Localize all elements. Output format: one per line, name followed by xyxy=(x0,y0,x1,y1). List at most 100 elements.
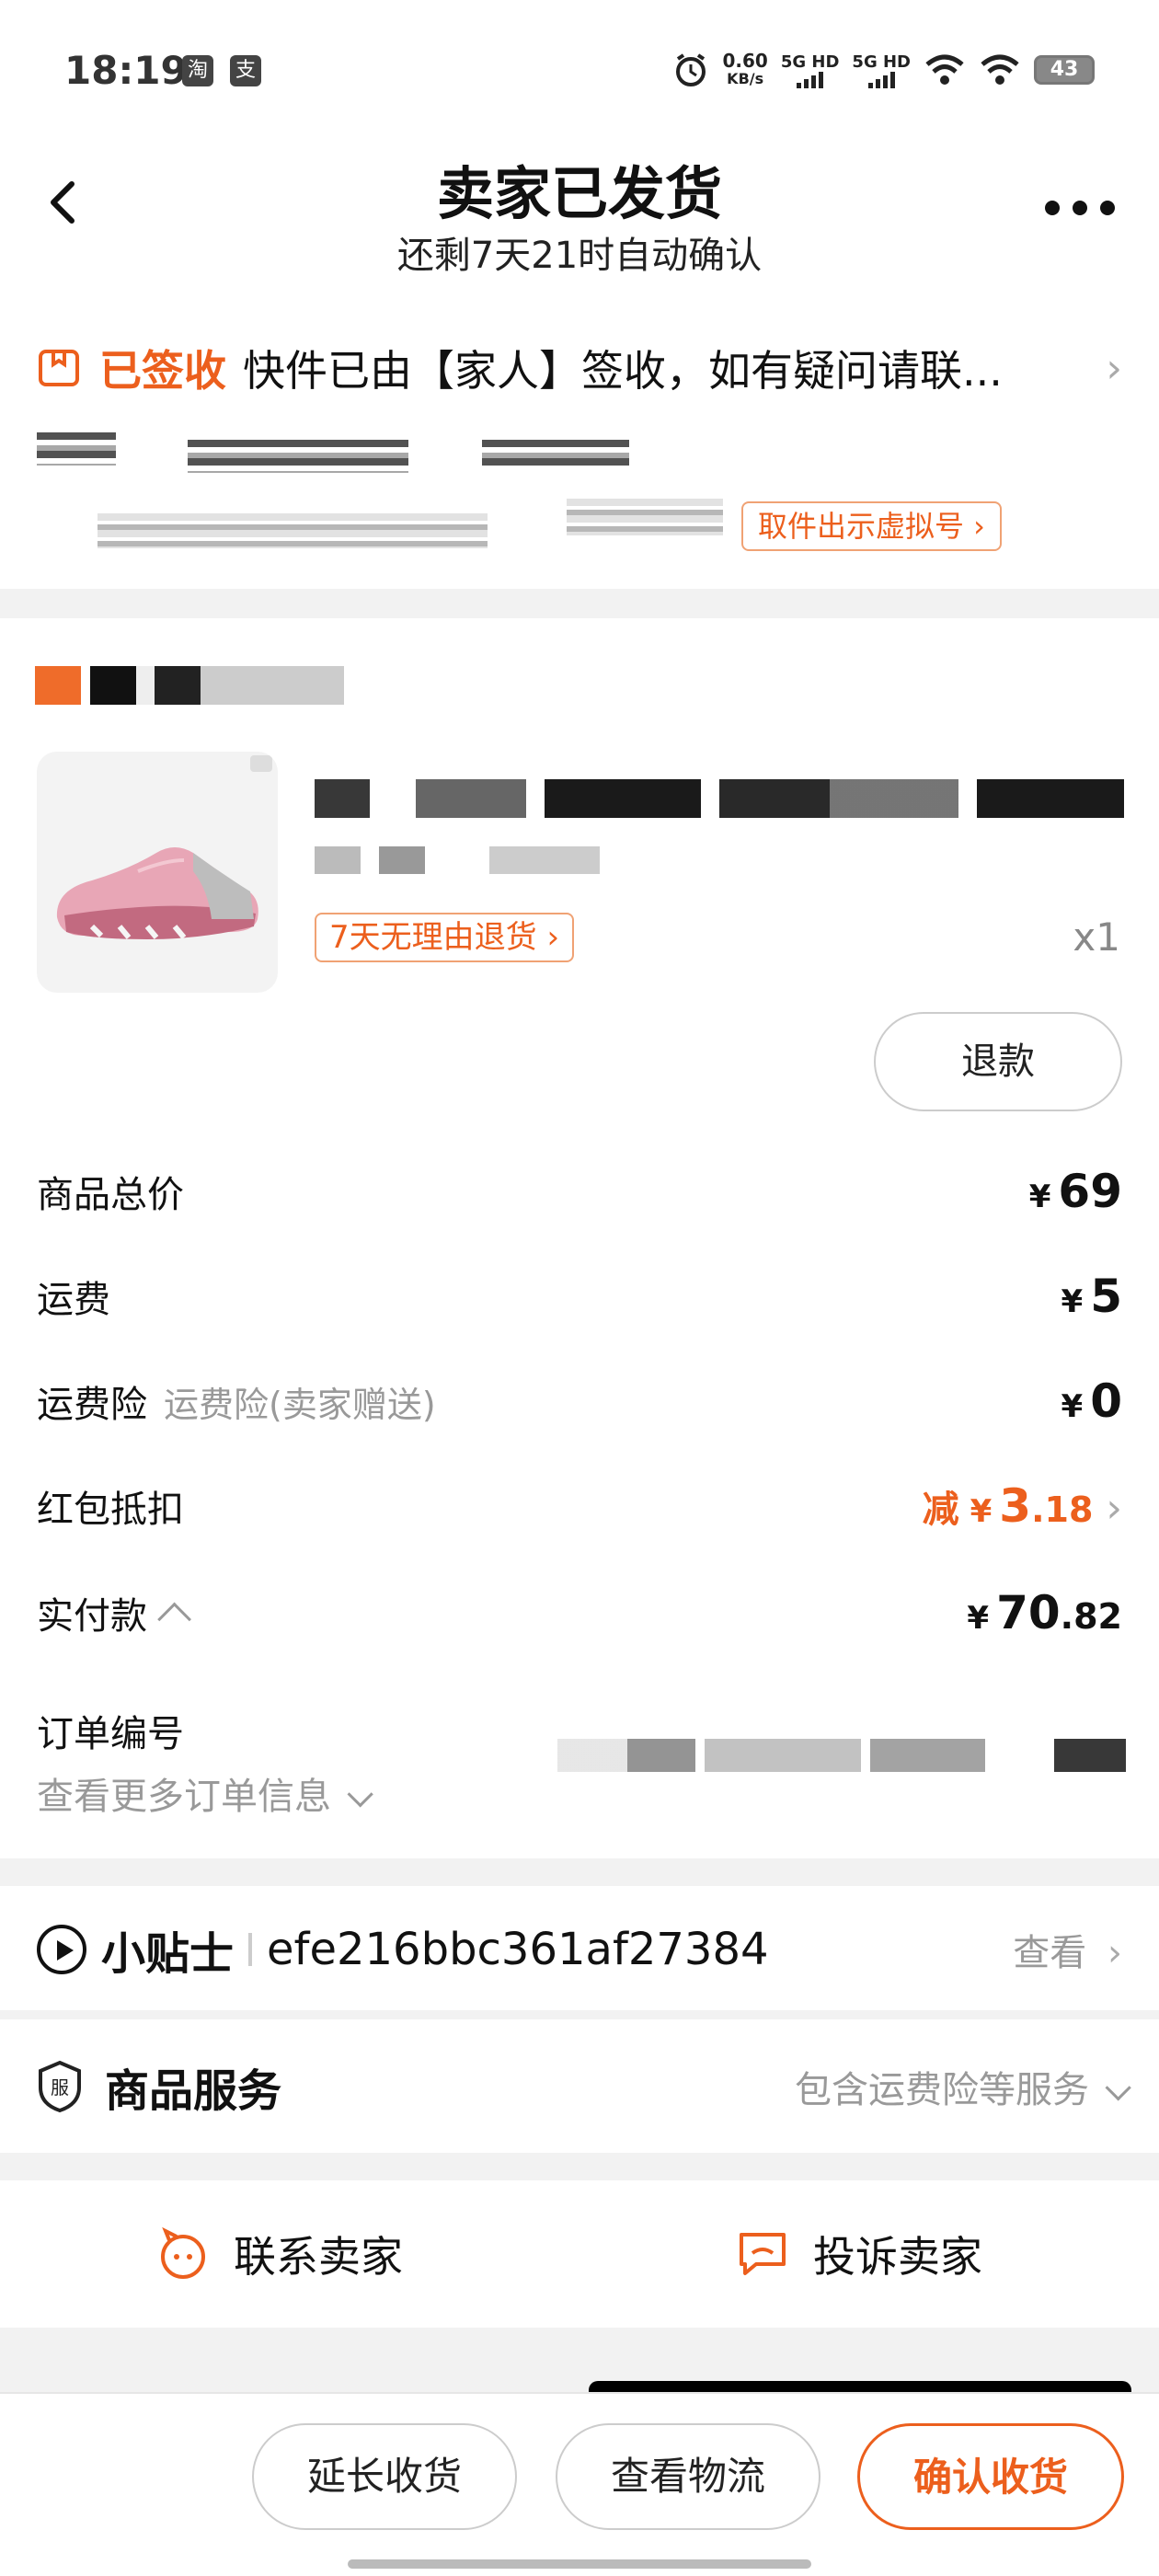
signal-bars-icon xyxy=(797,71,824,88)
discount-integer: 3 xyxy=(999,1479,1032,1533)
wifi-icon xyxy=(981,54,1019,85)
view-logistics-button[interactable]: 查看物流 xyxy=(556,2423,820,2530)
insurance-amount: 0 xyxy=(1090,1374,1122,1428)
product-thumbnail[interactable] xyxy=(37,752,278,993)
currency-symbol: ¥ xyxy=(970,1493,993,1530)
logistics-card[interactable]: 已签收 快件已由【家人】签收，如有疑问请联... › 取件出示虚拟号 › xyxy=(0,313,1159,589)
order-number-label: 订单编号 xyxy=(37,1713,184,1755)
recipient-extra-redacted xyxy=(482,440,629,466)
more-order-info-label: 查看更多订单信息 xyxy=(37,1776,331,1818)
confirm-receipt-button[interactable]: 确认收货 xyxy=(857,2423,1124,2530)
complain-seller-button[interactable]: 投诉卖家 xyxy=(736,2222,982,2286)
goods-total-label: 商品总价 xyxy=(37,1174,184,1216)
insurance-sublabel: 运费险(卖家赠送) xyxy=(164,1384,436,1425)
pink-sneaker-image xyxy=(56,847,258,939)
page-title: 卖家已发货 xyxy=(436,160,722,227)
currency-symbol: ¥ xyxy=(1061,1388,1084,1425)
service-title: 商品服务 xyxy=(105,2065,282,2117)
refund-button[interactable]: 退款 xyxy=(874,1012,1122,1111)
package-icon xyxy=(39,350,79,386)
pickup-virtual-number-button[interactable]: 取件出示虚拟号 › xyxy=(741,501,1002,551)
shipping-label: 运费 xyxy=(37,1279,110,1321)
return-policy-tag[interactable]: 7天无理由退货 › xyxy=(315,913,575,962)
paid-integer: 70 xyxy=(996,1586,1061,1639)
discount-decimal: .18 xyxy=(1031,1489,1094,1530)
insurance-label: 运费险 xyxy=(37,1384,147,1426)
contact-card: 联系卖家 投诉卖家 xyxy=(0,2180,1159,2328)
divider xyxy=(248,1933,253,1966)
chevron-right-icon: › xyxy=(1106,344,1122,392)
alipay-app-icon: 支 xyxy=(230,55,261,86)
logistics-status: 已签收 xyxy=(99,346,226,396)
red-packet-label: 红包抵扣 xyxy=(37,1489,184,1531)
status-time: 18:19 xyxy=(64,48,188,93)
chevron-right-icon: › xyxy=(1106,1485,1122,1532)
tips-card[interactable]: 小贴士 efe216bbc361af27384 查看 › xyxy=(0,1886,1159,2010)
currency-symbol: ¥ xyxy=(967,1600,990,1637)
shop-name-redacted[interactable] xyxy=(35,666,344,705)
signal-2: 5G HD xyxy=(852,52,911,88)
network-speed: 0.60 KB/s xyxy=(722,52,767,88)
signal-1: 5G HD xyxy=(780,52,840,88)
logistics-status-row[interactable]: 已签收 快件已由【家人】签收，如有疑问请联... › xyxy=(37,327,1122,409)
red-packet-row[interactable]: 红包抵扣 减 ¥ 3 .18 › xyxy=(37,1474,1122,1538)
play-icon xyxy=(37,1925,86,1974)
alarm-icon xyxy=(676,53,706,86)
address-redacted xyxy=(98,513,488,548)
home-indicator[interactable] xyxy=(348,2559,811,2569)
signal-2-label: 5G HD xyxy=(852,52,911,72)
speed-unit: KB/s xyxy=(727,70,764,87)
order-number-redacted xyxy=(557,1739,1126,1772)
contact-seller-button[interactable]: 联系卖家 xyxy=(156,2222,403,2286)
product-service-card[interactable]: 服 商品服务 包含运费险等服务 xyxy=(0,2019,1159,2153)
paid-label: 实付款 xyxy=(37,1595,147,1638)
bottom-action-bar: 延长收货 查看物流 确认收货 xyxy=(0,2392,1159,2576)
service-row[interactable]: 服 商品服务 包含运费险等服务 xyxy=(37,2054,1131,2119)
battery-icon: 43 xyxy=(1034,55,1095,85)
tips-view-link[interactable]: 查看 › xyxy=(1013,1923,1122,1976)
more-order-info-link[interactable]: 查看更多订单信息 xyxy=(37,1766,373,1820)
recipient-phone-redacted xyxy=(188,440,408,473)
paid-value: ¥ 70 .82 xyxy=(967,1586,1122,1639)
product-sku-redacted xyxy=(315,846,600,874)
svg-text:服: 服 xyxy=(51,2076,69,2099)
shield-service-icon: 服 xyxy=(39,2060,81,2113)
wifi-icon xyxy=(925,54,964,85)
currency-symbol: ¥ xyxy=(1028,1179,1051,1215)
tips-row[interactable]: 小贴士 efe216bbc361af27384 查看 › xyxy=(37,1917,1122,1982)
recipient-name-redacted xyxy=(37,432,116,466)
red-packet-value: 减 ¥ 3 .18 › xyxy=(923,1479,1122,1533)
paid-row[interactable]: 实付款 ¥ 70 .82 xyxy=(37,1581,1122,1645)
product-title-redacted[interactable] xyxy=(315,779,1124,818)
goods-total-value: ¥ 69 xyxy=(1029,1165,1122,1218)
extend-receipt-button[interactable]: 延长收货 xyxy=(252,2423,517,2530)
complain-seller-label: 投诉卖家 xyxy=(813,2232,982,2282)
signal-bars-icon xyxy=(867,71,895,88)
shipping-amount: 5 xyxy=(1090,1270,1122,1323)
logistics-latest-text: 快件已由【家人】签收，如有疑问请联... xyxy=(243,346,1003,396)
status-right-group: 0.60 KB/s 5G HD 5G HD 43 xyxy=(672,52,1095,88)
order-card: 7天无理由退货 › x1 退款 商品总价 ¥ 69 运费 ¥ 5 运费险 运费险… xyxy=(0,618,1159,1858)
tips-view-label: 查看 xyxy=(1013,1932,1087,1974)
signal-1-label: 5G HD xyxy=(780,52,840,72)
chevron-down-icon xyxy=(1105,2075,1131,2101)
chevron-up-icon[interactable] xyxy=(157,1602,191,1637)
status-bar: 18:19 淘 支 0.60 KB/s 5G HD 5G HD 43 xyxy=(0,0,1159,138)
chat-face-icon xyxy=(161,2227,205,2279)
discount-prefix: 减 xyxy=(922,1489,959,1531)
complaint-bubble-icon xyxy=(740,2233,786,2275)
goods-total-amount: 69 xyxy=(1058,1165,1122,1218)
auto-confirm-countdown: 还剩7天21时自动确认 xyxy=(396,235,763,277)
thumbnail-tag xyxy=(250,755,272,772)
more-options-icon[interactable] xyxy=(1045,201,1115,215)
paid-decimal: .82 xyxy=(1060,1596,1122,1637)
goods-total-row: 商品总价 ¥ 69 xyxy=(37,1159,1122,1224)
speed-value: 0.60 xyxy=(722,50,768,72)
taobao-app-icon: 淘 xyxy=(182,55,213,86)
address-redacted-2 xyxy=(567,499,723,535)
page-header: 卖家已发货 还剩7天21时自动确认 xyxy=(0,138,1159,313)
shipping-insurance-row: 运费险 运费险(卖家赠送) ¥ 0 xyxy=(37,1369,1122,1433)
service-desc[interactable]: 包含运费险等服务 xyxy=(795,2060,1131,2113)
contact-seller-label: 联系卖家 xyxy=(234,2232,403,2282)
tips-code: efe216bbc361af27384 xyxy=(267,1924,769,1975)
